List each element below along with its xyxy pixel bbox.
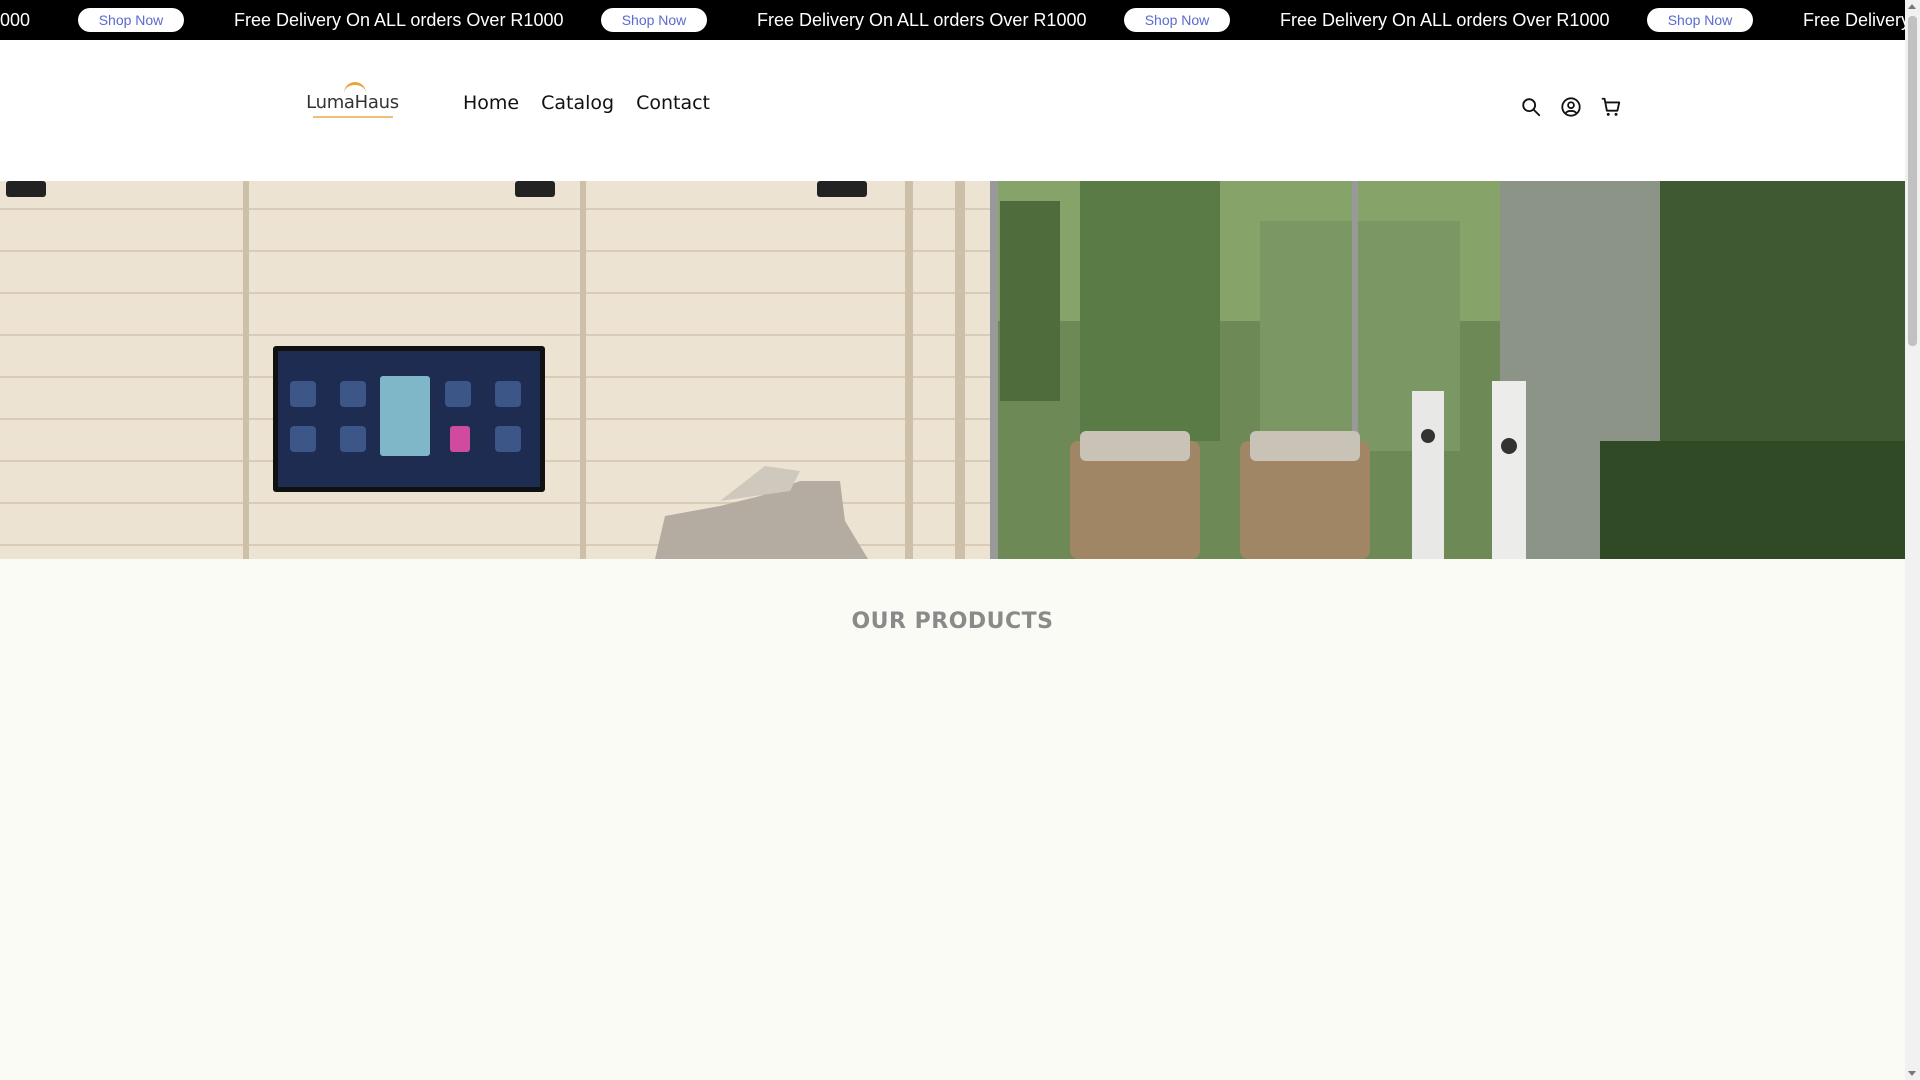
account-icon[interactable] — [1560, 96, 1582, 118]
announcement-text: Free Delivery On ALL orders Over R1000 — [1280, 10, 1610, 30]
scroll-down-icon[interactable] — [1908, 1071, 1916, 1076]
main-nav: Home Catalog Contact — [463, 92, 710, 114]
announcement-text: Free Delivery On ALL orders Over R1000 — [757, 10, 1087, 30]
header-icons — [1520, 96, 1622, 118]
logo-sun-icon — [344, 82, 367, 94]
logo-tagline-bar — [312, 116, 393, 118]
products-title: OUR PRODUCTS — [851, 609, 1054, 634]
logo-wordmark: LumaHaus — [306, 82, 399, 113]
nav-home[interactable]: Home — [463, 92, 519, 114]
logo-text: LumaHaus — [306, 92, 399, 113]
shop-now-button[interactable]: Shop Now — [78, 8, 184, 32]
search-icon[interactable] — [1520, 96, 1542, 118]
announcement-text: 000 — [0, 10, 31, 30]
shop-now-button[interactable]: Shop Now — [1647, 8, 1753, 32]
site-header: LumaHaus Home Catalog Contact — [0, 40, 1905, 181]
announcement-text: Free Delivery — [1803, 10, 1905, 30]
scroll-up-icon[interactable] — [1908, 4, 1916, 9]
cart-icon[interactable] — [1600, 96, 1622, 118]
nav-contact[interactable]: Contact — [636, 92, 710, 114]
shop-now-button[interactable]: Shop Now — [1124, 8, 1230, 32]
scrollbar-thumb[interactable] — [1908, 16, 1917, 346]
shop-now-button[interactable]: Shop Now — [601, 8, 707, 32]
hero-banner — [0, 181, 1905, 559]
page-scrollbar[interactable] — [1905, 0, 1920, 1080]
hero-image — [0, 181, 1905, 559]
products-section: OUR PRODUCTS — [0, 559, 1905, 1080]
logo[interactable]: LumaHaus — [280, 60, 425, 150]
announcement-bar: 000 Shop Now Free Delivery On ALL orders… — [0, 0, 1905, 40]
announcement-text: Free Delivery On ALL orders Over R1000 — [234, 10, 564, 30]
nav-catalog[interactable]: Catalog — [541, 92, 614, 114]
